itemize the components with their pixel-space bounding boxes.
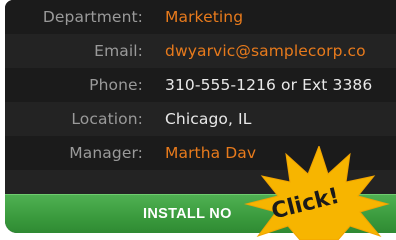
location-label: Location: <box>71 110 143 128</box>
location-value: Chicago, IL <box>165 110 252 128</box>
manager-label: Manager: <box>69 144 143 162</box>
install-now-label: INSTALL NO <box>143 206 232 222</box>
phone-value: 310-555-1216 or Ext 3386 <box>165 76 373 94</box>
phone-label: Phone: <box>89 76 143 94</box>
email-link[interactable]: dwyarvic@samplecorp.co <box>165 42 366 60</box>
department-row: Department: Marketing <box>5 0 396 34</box>
phone-row: Phone: 310-555-1216 or Ext 3386 <box>5 68 396 102</box>
email-row: Email: dwyarvic@samplecorp.co <box>5 34 396 68</box>
location-row: Location: Chicago, IL <box>5 102 396 136</box>
email-label: Email: <box>94 42 143 60</box>
department-label: Department: <box>42 8 143 26</box>
department-link[interactable]: Marketing <box>165 8 243 26</box>
